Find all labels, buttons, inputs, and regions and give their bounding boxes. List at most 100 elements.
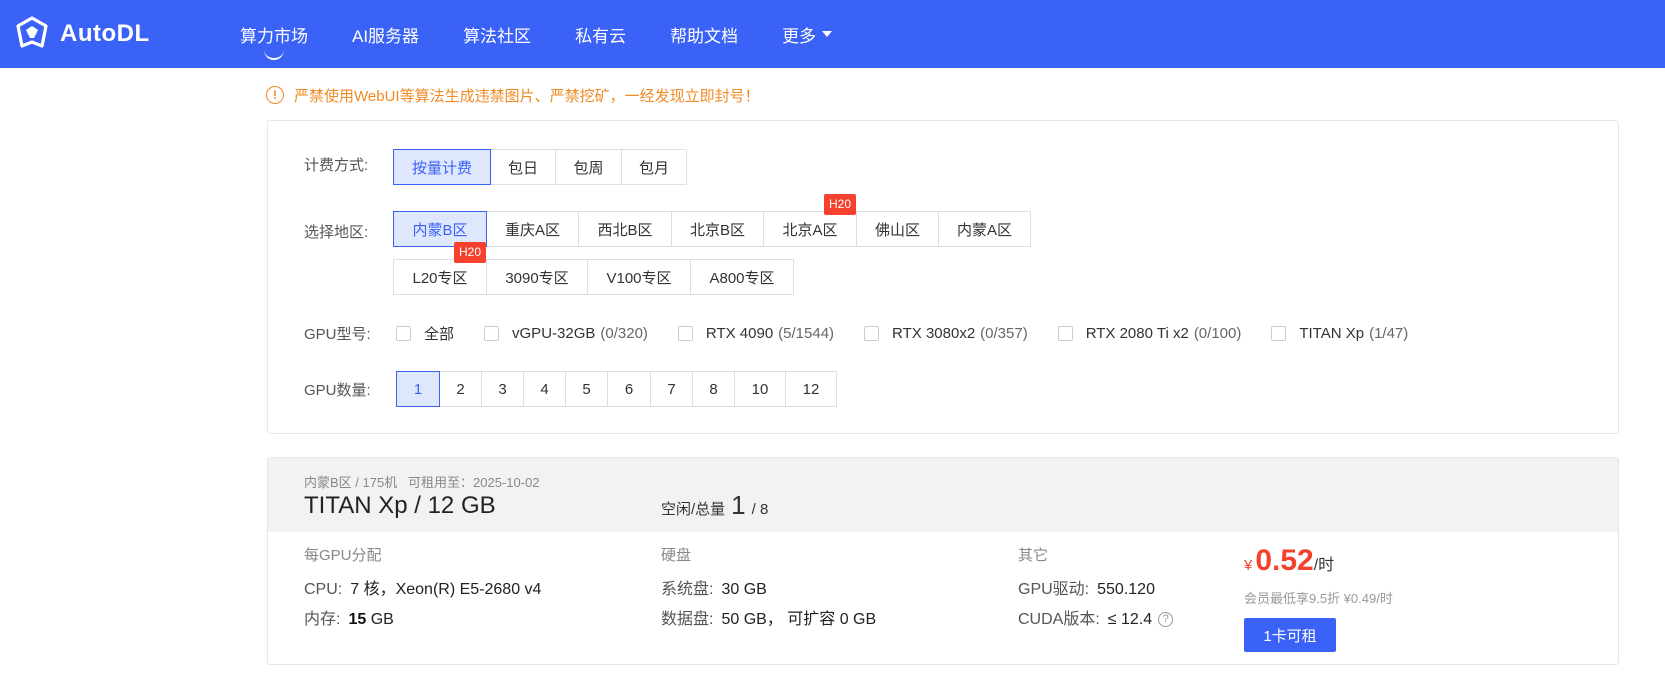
warning-banner: ! 严禁使用WebUI等算法生成违禁图片、严禁挖矿，一经发现立即封号！	[266, 84, 760, 106]
nav-help-docs[interactable]: 帮助文档	[670, 22, 738, 47]
gpu-count-option[interactable]: 5	[565, 371, 608, 407]
brand-name: AutoDL	[60, 20, 150, 47]
gpu-count-option[interactable]: 3	[481, 371, 524, 407]
checkbox[interactable]	[864, 325, 880, 341]
billing-option-daily[interactable]: 包日	[490, 149, 556, 185]
gpu-model-label: GPU型号:	[304, 326, 371, 343]
card-header: 内蒙B区 / 175机 可租用至：2025-10-02 TITAN Xp / 1…	[268, 458, 1618, 532]
member-discount: 会员最低享9.5折 ¥0.49/时	[1244, 591, 1393, 606]
price-value: 0.52	[1255, 544, 1314, 577]
billing-option-monthly[interactable]: 包月	[621, 149, 687, 185]
cuda-value: ≤ 12.4	[1107, 611, 1153, 628]
checkbox[interactable]	[1271, 325, 1287, 341]
cuda-label: CUDA版本:	[1018, 611, 1100, 628]
gpu-model-name: RTX 2080 Ti x2	[1085, 324, 1189, 342]
nav-more[interactable]: 更多	[782, 22, 833, 47]
filter-panel: 计费方式: 按量计费 包日 包周 包月 选择地区: 内蒙B区 重庆A区 西北B区…	[267, 120, 1619, 434]
card-meta: 内蒙B区 / 175机 可租用至：2025-10-02	[304, 475, 540, 490]
gpu-model-checkbox-all[interactable]: 全部	[396, 323, 454, 344]
gpu-count-option[interactable]: 7	[650, 371, 693, 407]
region-option[interactable]: 北京A区 H20	[763, 194, 857, 247]
billing-label: 计费方式:	[304, 157, 369, 174]
region-option[interactable]: A800专区	[690, 259, 794, 295]
gpu-count-option[interactable]: 1	[396, 371, 440, 407]
gpu-model-checkbox-vgpu-32gb[interactable]: vGPU-32GB (0/320)	[484, 325, 648, 342]
gpu-count-option[interactable]: 6	[607, 371, 651, 407]
region-option[interactable]: 内蒙A区	[938, 211, 1031, 247]
checkbox[interactable]	[1057, 325, 1073, 341]
nav-label: 算法社区	[463, 26, 532, 46]
region-option[interactable]: V100专区	[587, 259, 691, 295]
cpu-row: CPU: 7 核，Xeon(R) E5-2680 v4	[304, 575, 541, 599]
billing-option-pay-as-you-go[interactable]: 按量计费	[393, 149, 491, 185]
warning-text: 严禁使用WebUI等算法生成违禁图片、严禁挖矿，一经发现立即封号！	[294, 87, 760, 105]
gpu-count-option[interactable]: 2	[439, 371, 482, 407]
billing-option-weekly[interactable]: 包周	[555, 149, 622, 185]
gpu-model-checkbox-rtx-2080ti-x2[interactable]: RTX 2080 Ti x2 (0/100)	[1057, 324, 1242, 342]
gpu-count-option[interactable]: 4	[523, 371, 566, 407]
region-label: 选择地区:	[304, 224, 369, 241]
nav-label: 更多	[782, 26, 817, 46]
main-nav: 算力市场 AI服务器 算法社区 私有云 帮助文档 更多	[240, 0, 876, 68]
gpu-driver-value: 550.120	[1097, 581, 1155, 598]
logo[interactable]: AutoDL	[14, 14, 150, 54]
data-disk-label: 数据盘:	[661, 611, 714, 628]
gpu-count-option[interactable]: 12	[785, 371, 837, 407]
gpu-model-name: vGPU-32GB	[512, 324, 596, 342]
region-option[interactable]: 北京B区	[671, 211, 764, 247]
h20-badge: H20	[453, 242, 486, 263]
nav-label: AI服务器	[352, 26, 420, 46]
gpu-model-options: 全部 vGPU-32GB (0/320) RTX 4090 (5/1544) RTX…	[396, 321, 1438, 345]
region-option-label: L20专区	[412, 269, 468, 287]
nav-private-cloud[interactable]: 私有云	[575, 22, 626, 47]
region-option[interactable]: 3090专区	[486, 259, 588, 295]
total-count: / 8	[751, 501, 769, 518]
data-disk-row: 数据盘: 50 GB， 可扩容 0 GB	[661, 605, 876, 629]
gpu-model-name: RTX 4090	[705, 324, 774, 342]
gpu-title: TITAN Xp / 12 GB	[304, 492, 496, 519]
gpu-model-count: (1/47)	[1369, 324, 1409, 342]
chevron-down-icon	[822, 31, 833, 37]
nav-algorithm-community[interactable]: 算法社区	[463, 22, 531, 47]
idle-count: 1	[731, 490, 746, 520]
nav-ai-server[interactable]: AI服务器	[352, 22, 419, 47]
billing-options: 按量计费 包日 包周 包月	[393, 149, 687, 185]
region-options-row1: 内蒙B区 重庆A区 西北B区 北京B区 北京A区 H20 佛山区 内蒙A区	[393, 194, 1031, 247]
region-options-row2: L20专区 H20 3090专区 V100专区 A800专区	[393, 242, 794, 295]
region-option[interactable]: 佛山区	[856, 211, 939, 247]
region-option[interactable]: 西北B区	[578, 211, 672, 247]
checkbox[interactable]	[484, 325, 500, 341]
system-disk-row: 系统盘: 30 GB	[661, 575, 767, 599]
region-option-label: 北京A区	[782, 221, 838, 239]
cpu-label: CPU:	[304, 581, 343, 598]
nav-compute-market[interactable]: 算力市场	[240, 22, 308, 60]
gpu-model-checkbox-rtx-4090[interactable]: RTX 4090 (5/1544)	[677, 324, 834, 342]
nav-label: 帮助文档	[670, 26, 739, 46]
gpu-count-label: GPU数量:	[304, 382, 371, 399]
region-option[interactable]: L20专区 H20	[393, 242, 487, 295]
checkbox[interactable]	[677, 325, 693, 341]
memory-unit: GB	[366, 611, 394, 628]
gpu-count-option[interactable]: 8	[692, 371, 735, 407]
help-icon[interactable]: ?	[1158, 612, 1174, 628]
checkbox[interactable]	[396, 325, 411, 341]
region-option[interactable]: 重庆A区	[486, 211, 579, 247]
gpu-driver-row: GPU驱动: 550.120	[1018, 575, 1155, 599]
h20-badge: H20	[823, 194, 856, 215]
currency-symbol: ¥	[1244, 557, 1253, 574]
gpu-count-options: 1 2 3 4 5 6 7 8 10 12	[396, 371, 837, 407]
idle-label: 空闲/总量	[661, 501, 726, 518]
rent-button[interactable]: 1卡可租	[1244, 618, 1336, 652]
top-navbar: AutoDL 算力市场 AI服务器 算法社区 私有云 帮助文档 更多	[0, 0, 1665, 68]
gpu-model-checkbox-rtx-3080x2[interactable]: RTX 3080x2 (0/357)	[864, 325, 1028, 342]
gpu-model-count: (0/100)	[1193, 324, 1242, 342]
memory-label: 内存:	[304, 611, 341, 628]
other-header: 其它	[1018, 547, 1049, 564]
memory-row: 内存: 15 GB	[304, 605, 394, 629]
gpu-model-count: (0/320)	[600, 324, 648, 342]
gpu-model-checkbox-titan-xp[interactable]: TITAN Xp (1/47)	[1271, 325, 1408, 342]
gpu-model-name: TITAN Xp	[1299, 324, 1365, 342]
system-disk-value: 30 GB	[721, 581, 767, 598]
gpu-model-count: (0/357)	[980, 324, 1028, 342]
gpu-count-option[interactable]: 10	[734, 371, 786, 407]
